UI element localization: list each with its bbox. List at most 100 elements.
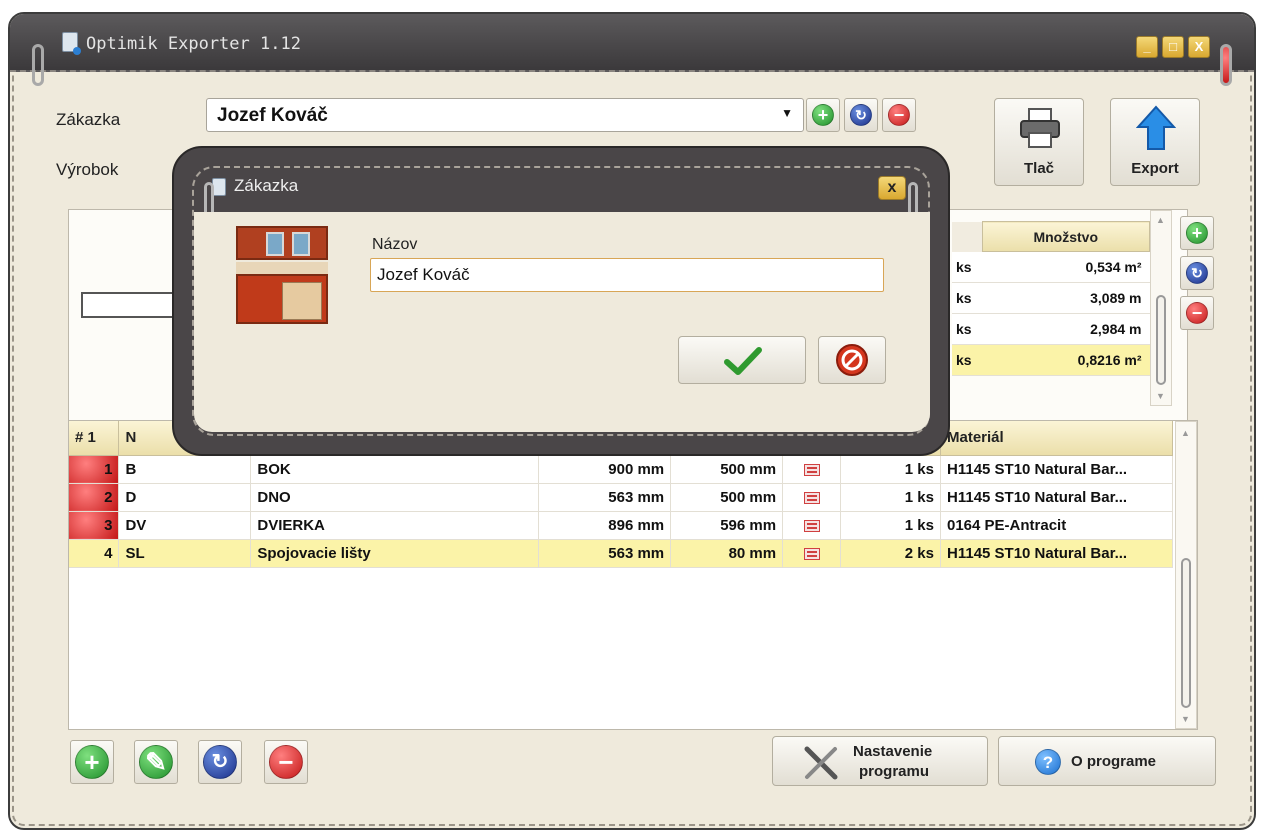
row-material: H1145 ST10 Natural Bar... [940,483,1173,512]
export-button[interactable]: Export [1110,98,1200,186]
row-number: 4 [69,539,120,568]
row-width: 80 mm [670,539,784,568]
maximize-button[interactable]: □ [1162,36,1184,58]
minimize-button[interactable]: _ [1136,36,1158,58]
refresh-circle-icon: ↻ [1186,262,1208,284]
question-circle-icon: ? [1035,749,1061,775]
row-number: 1 [69,455,120,484]
scroll-thumb[interactable] [1181,558,1191,708]
refresh-part-button[interactable]: ↻ [198,740,242,784]
add-part-button[interactable]: + [70,740,114,784]
row-material: H1145 ST10 Natural Bar... [940,455,1173,484]
chevron-down-icon[interactable]: ▼ [781,106,793,120]
customer-combobox[interactable]: Jozef Kováč ▼ [206,98,804,132]
row-name: BOK [250,455,540,484]
add-quantity-button[interactable]: + [1180,216,1214,250]
name-label: Názov [372,236,418,253]
row-material: H1145 ST10 Natural Bar... [940,539,1173,568]
quantity-cell: 2,984 m [982,313,1150,345]
checkmark-icon [724,347,762,375]
add-customer-button[interactable]: + [806,98,840,132]
customer-label: Zákazka [56,110,121,129]
settings-button[interactable]: Nastavenie programu [772,736,988,786]
about-label: O programe [1071,753,1157,770]
quantity-row-selected[interactable]: ks 0,8216 m² [952,344,1150,376]
table-row[interactable]: 3 DV DVIERKA 896 mm 596 mm 1 ks 0164 PE-… [69,511,1173,540]
window-title: Optimik Exporter 1.12 [86,34,301,54]
quantity-row[interactable]: ks 2,984 m [952,313,1150,345]
edge-banding-icon [803,519,820,532]
dialog-title: Zákazka [234,176,299,195]
quantity-cell: 3,089 m [982,282,1150,314]
row-number: 2 [69,483,120,512]
tools-icon [804,746,838,780]
scroll-down-icon[interactable]: ▼ [1181,714,1190,724]
row-length: 900 mm [538,455,672,484]
quantity-column-header[interactable]: Množstvo [981,221,1150,252]
close-button[interactable]: X [1188,36,1210,58]
row-material: 0164 PE-Antracit [940,511,1173,540]
row-name: DNO [250,483,540,512]
cabinet-drawer [282,282,322,320]
row-number: 3 [69,511,120,540]
unit-cell: ks [952,344,982,376]
column-header-number[interactable]: # 1 [69,421,120,456]
scroll-up-icon[interactable]: ▲ [1156,215,1165,225]
up-arrow-icon [1136,105,1176,150]
minus-circle-icon: − [1186,302,1208,324]
row-edge [782,539,842,568]
customer-value: Jozef Kováč [217,105,328,126]
quantity-row[interactable]: ks 3,089 m [952,282,1150,314]
row-edge [782,455,842,484]
kitchen-cabinet-icon [236,226,328,326]
scroll-thumb[interactable] [1156,295,1166,385]
edit-circle-icon: ✎ [139,745,173,779]
scroll-down-icon[interactable]: ▼ [1156,391,1165,401]
app-icon [212,178,226,196]
printer-icon [1020,108,1060,148]
row-name: Spojovacie lišty [250,539,540,568]
remove-part-button[interactable]: − [264,740,308,784]
row-code: B [118,455,252,484]
quantity-cell: 0,534 m² [982,251,1150,283]
row-width: 596 mm [670,511,784,540]
edit-part-button[interactable]: ✎ [134,740,178,784]
export-label: Export [1131,160,1179,177]
quantity-row[interactable]: ks 0,534 m² [952,251,1150,283]
app-icon [62,32,81,55]
refresh-circle-icon: ↻ [203,745,237,779]
quantity-cell: 0,8216 m² [982,344,1150,376]
cabinet-glass [292,232,310,256]
column-header-material[interactable]: Materiál [940,421,1173,456]
table-row[interactable]: 1 B BOK 900 mm 500 mm 1 ks H1145 ST10 Na… [69,455,1173,484]
unit-column-header [952,221,982,252]
quantity-scrollbar[interactable]: ▲ ▼ [1150,210,1172,406]
table-row[interactable]: 2 D DNO 563 mm 500 mm 1 ks H1145 ST10 Na… [69,483,1173,512]
cabinet-glass [266,232,284,256]
remove-customer-button[interactable]: − [882,98,916,132]
ok-button[interactable] [678,336,806,384]
refresh-circle-icon: ↻ [850,104,872,126]
scroll-up-icon[interactable]: ▲ [1181,428,1190,438]
row-edge [782,511,842,540]
edit-customer-button[interactable]: ↻ [844,98,878,132]
print-label: Tlač [1023,160,1054,177]
minus-circle-icon: − [888,104,910,126]
print-button[interactable]: Tlač [994,98,1084,186]
about-button[interactable]: ? O programe [998,736,1216,786]
row-code: SL [118,539,252,568]
title-bar[interactable]: Optimik Exporter 1.12 _ □ X [10,14,1254,72]
row-count: 1 ks [840,455,941,484]
row-length: 563 mm [538,483,672,512]
cabinet-counter [236,262,328,274]
name-input[interactable] [370,258,884,292]
parts-scrollbar[interactable]: ▲ ▼ [1175,421,1197,729]
remove-quantity-button[interactable]: − [1180,296,1214,330]
dialog-close-button[interactable]: x [878,176,906,200]
customer-dialog: Zákazka x Názov [172,146,950,456]
edit-quantity-button[interactable]: ↻ [1180,256,1214,290]
row-code: DV [118,511,252,540]
cancel-button[interactable] [818,336,886,384]
table-row-selected[interactable]: 4 SL Spojovacie lišty 563 mm 80 mm 2 ks … [69,539,1173,568]
cabinet-lower [236,274,328,324]
